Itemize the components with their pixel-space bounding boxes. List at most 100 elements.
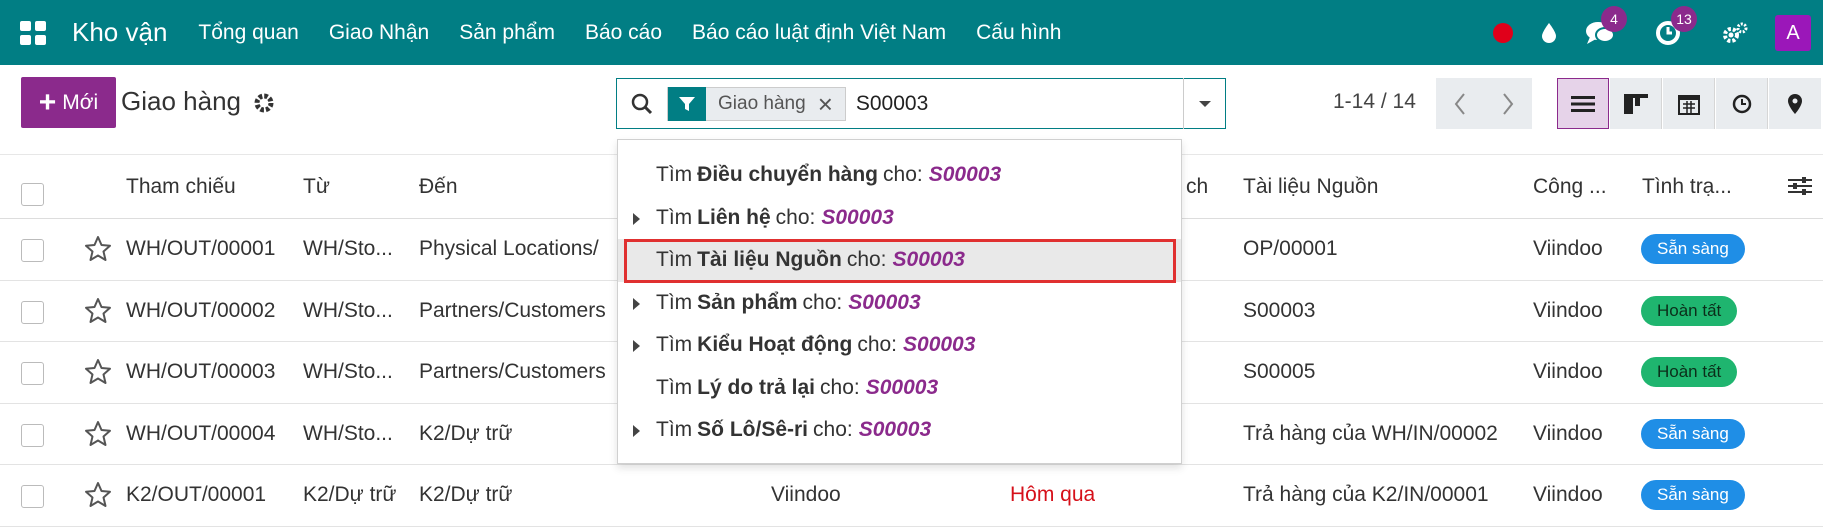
kanban-view-button[interactable]	[1610, 78, 1662, 129]
apps-menu-icon[interactable]	[20, 20, 48, 45]
menu-operations[interactable]: Giao Nhận	[314, 21, 444, 45]
search-suggestion-item[interactable]: Tìm Kiểu Hoạt động cho: S00003	[618, 324, 1181, 367]
header-to[interactable]: Đến	[419, 155, 458, 218]
expand-caret-icon[interactable]	[633, 340, 640, 352]
expand-caret-icon[interactable]	[633, 212, 640, 225]
calendar-view-button[interactable]	[1663, 78, 1715, 129]
search-autocomplete-dropdown: Tìm Điều chuyển hàng cho: S00003 Tìm Liê…	[617, 139, 1182, 464]
suggestion-prefix: Tìm	[656, 375, 693, 399]
expand-caret-icon[interactable]	[633, 425, 640, 437]
search-suggestion-item[interactable]: Tìm Lý do trả lại cho: S00003	[618, 367, 1181, 410]
cell-source-document: Trả hàng của WH/IN/00002	[1243, 421, 1498, 445]
suggestion-field: Kiểu Hoạt động	[697, 333, 853, 357]
cell-from: K2/Dự trữ	[303, 483, 397, 507]
status-badge: Sẵn sàng	[1641, 234, 1745, 265]
row-checkbox[interactable]	[21, 300, 44, 324]
list-icon	[1571, 95, 1595, 112]
favorite-star-icon[interactable]	[84, 358, 112, 391]
header-reference[interactable]: Tham chiếu	[126, 155, 236, 218]
suggestion-joiner: cho:	[820, 375, 860, 399]
status-badge: Sẵn sàng	[1641, 480, 1745, 511]
cell-company: Viindoo	[1533, 360, 1603, 384]
messages-icon[interactable]: 4	[1585, 5, 1627, 46]
new-button[interactable]: + Mới	[21, 77, 116, 128]
cell-reference: K2/OUT/00001	[126, 483, 267, 507]
row-checkbox[interactable]	[21, 239, 44, 262]
select-all-checkbox[interactable]	[21, 183, 44, 206]
cell-scheduled-date: Hôm qua	[1010, 483, 1096, 507]
row-checkbox[interactable]	[21, 362, 44, 385]
suggestion-query: S00003	[928, 163, 1002, 187]
menu-products[interactable]: Sản phẩm	[444, 21, 570, 45]
search-suggestion-item[interactable]: Tìm Số Lô/Sê-ri cho: S00003	[618, 409, 1181, 452]
search-options-toggle[interactable]	[1183, 78, 1226, 129]
header-scheduled-date[interactable]: ch	[1186, 155, 1208, 218]
suggestion-query: S00003	[903, 333, 976, 357]
top-navbar: Kho vận Tổng quan Giao Nhận Sản phẩm Báo…	[0, 0, 1823, 65]
search-input[interactable]	[855, 91, 1156, 116]
cell-source-document: OP/00001	[1243, 237, 1338, 261]
actions-gear-icon[interactable]	[253, 92, 275, 119]
pager-next-button[interactable]	[1484, 78, 1532, 129]
favorite-star-icon[interactable]	[84, 235, 112, 268]
menu-vn-legal-reports[interactable]: Báo cáo luật định Việt Nam	[677, 21, 961, 45]
cell-reference: WH/OUT/00002	[126, 298, 276, 322]
droplet-icon[interactable]	[1539, 21, 1559, 45]
suggestion-field: Sản phẩm	[697, 290, 798, 314]
map-view-button[interactable]	[1769, 78, 1821, 129]
status-dot-icon[interactable]	[1493, 22, 1513, 43]
search-suggestion-item[interactable]: Tìm Điều chuyển hàng cho: S00003	[618, 154, 1181, 197]
suggestion-field: Lý do trả lại	[697, 375, 816, 399]
cell-reference: WH/OUT/00004	[126, 421, 276, 445]
cell-reference: WH/OUT/00001	[126, 237, 276, 261]
highlight-annotation	[624, 239, 1176, 283]
header-source-document[interactable]: Tài liệu Nguồn	[1243, 155, 1378, 218]
cell-to: K2/Dự trữ	[419, 483, 513, 507]
menu-reporting[interactable]: Báo cáo	[570, 21, 677, 45]
activities-clock-icon[interactable]: 13	[1655, 5, 1697, 46]
row-checkbox[interactable]	[21, 485, 44, 508]
settings-gears-icon[interactable]	[1721, 21, 1749, 45]
favorite-star-icon[interactable]	[84, 297, 112, 330]
menu-configuration[interactable]: Cấu hình	[961, 21, 1076, 45]
suggestion-query: S00003	[865, 375, 939, 399]
app-title[interactable]: Kho vận	[72, 17, 167, 48]
favorite-star-icon[interactable]	[84, 481, 112, 514]
header-status[interactable]: Tình trạ...	[1642, 155, 1732, 218]
facet-label: Giao hàng	[718, 92, 806, 114]
search-suggestion-item[interactable]: Tìm Liên hệ cho: S00003	[618, 197, 1181, 240]
table-row[interactable]: K2/OUT/00001 K2/Dự trữ K2/Dự trữ Viindoo…	[0, 465, 1823, 527]
search-facet[interactable]: Giao hàng ×	[667, 86, 846, 121]
suggestion-prefix: Tìm	[656, 163, 693, 187]
list-view-button[interactable]	[1557, 78, 1609, 129]
header-company[interactable]: Công ...	[1533, 155, 1607, 218]
cell-to: K2/Dự trữ	[419, 421, 513, 445]
favorite-star-icon[interactable]	[84, 420, 112, 453]
cell-source-document: S00005	[1243, 360, 1316, 384]
cell-company: Viindoo	[1533, 483, 1603, 507]
user-avatar[interactable]: A	[1775, 14, 1811, 51]
cell-contact: Viindoo	[771, 483, 841, 507]
header-from[interactable]: Từ	[303, 155, 330, 218]
facet-remove-icon[interactable]: ×	[818, 91, 845, 117]
cell-company: Viindoo	[1533, 298, 1603, 322]
search-suggestion-item[interactable]: Tìm Sản phẩm cho: S00003	[618, 282, 1181, 325]
expand-caret-icon[interactable]	[633, 297, 640, 310]
cell-from: WH/Sto...	[303, 237, 393, 261]
optional-columns-icon[interactable]	[1787, 175, 1813, 203]
cell-company: Viindoo	[1533, 421, 1603, 445]
row-checkbox[interactable]	[21, 423, 44, 447]
pager-value[interactable]: 1-14 / 14	[1333, 90, 1416, 114]
cell-company: Viindoo	[1533, 237, 1603, 261]
cell-to: Partners/Customers	[419, 298, 606, 322]
status-badge: Sẵn sàng	[1641, 418, 1745, 449]
cell-from: WH/Sto...	[303, 421, 393, 445]
menu-overview[interactable]: Tổng quan	[183, 21, 313, 45]
cell-from: WH/Sto...	[303, 298, 393, 322]
activity-view-button[interactable]	[1716, 78, 1768, 129]
pager-previous-button[interactable]	[1436, 78, 1484, 129]
search-bar[interactable]: Giao hàng ×	[616, 78, 1226, 129]
suggestion-query: S00003	[821, 205, 894, 229]
cell-source-document: Trả hàng của K2/IN/00001	[1243, 483, 1489, 507]
suggestion-field: Liên hệ	[697, 205, 771, 229]
